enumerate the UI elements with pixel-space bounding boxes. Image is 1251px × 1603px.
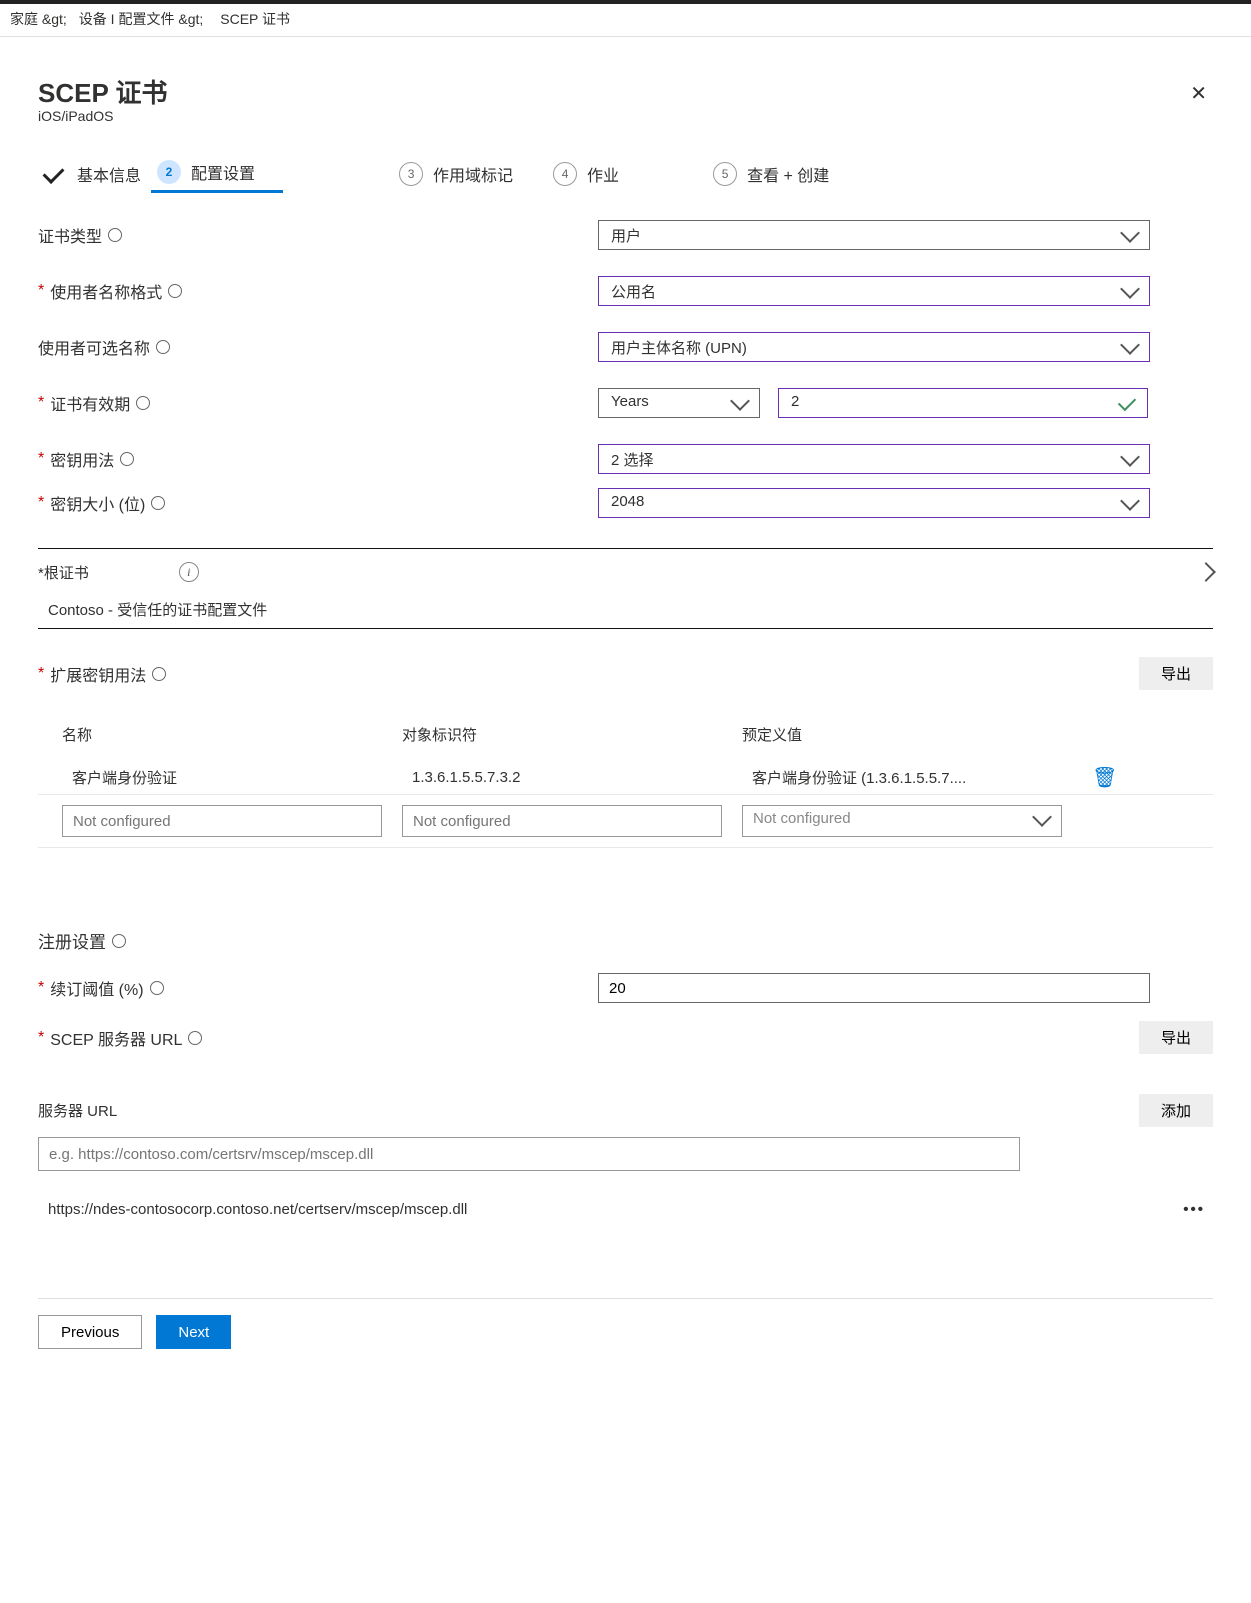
keyuse-value: 2 选择 — [611, 449, 654, 470]
server-url-input[interactable] — [38, 1137, 1020, 1171]
root-cert-label: *根证书 — [38, 562, 89, 583]
server-url-row: https://ndes-contosocorp.contoso.net/cer… — [38, 1201, 1213, 1218]
close-icon[interactable]: ✕ — [1190, 81, 1207, 106]
eku-label: *扩展密钥用法 — [38, 662, 166, 686]
validity-value-input[interactable]: 2 — [778, 388, 1148, 418]
crumb-devices[interactable]: 设备 I 配置文件 &gt; — [73, 7, 209, 31]
info-icon[interactable] — [120, 452, 134, 466]
info-icon[interactable] — [112, 934, 126, 948]
san-select[interactable]: 用户主体名称 (UPN) — [598, 332, 1150, 362]
eku-row-oid: 1.3.6.1.5.5.7.3.2 — [412, 769, 732, 786]
snf-label: *使用者名称格式 — [38, 279, 598, 303]
eku-row-name: 客户端身份验证 — [72, 767, 392, 788]
step-number-5: 5 — [713, 162, 737, 186]
step-basics[interactable]: 基本信息 — [38, 156, 169, 192]
chevron-down-icon — [1123, 338, 1137, 360]
server-url-label: 服务器 URL — [38, 1100, 117, 1121]
step-number-4: 4 — [553, 162, 577, 186]
chevron-down-icon — [1035, 810, 1049, 832]
next-button[interactable]: Next — [156, 1315, 231, 1349]
root-cert-row[interactable]: *根证书 i — [38, 559, 1213, 593]
crumb-current: SCEP 证书 — [209, 6, 351, 32]
breadcrumb: 家庭 &gt; 设备 I 配置文件 &gt; SCEP 证书 — [0, 4, 1251, 34]
chevron-down-icon — [733, 394, 747, 416]
step-config-label: 配置设置 — [191, 160, 255, 184]
info-icon[interactable] — [188, 1031, 202, 1045]
step-config[interactable]: 2 配置设置 — [151, 154, 283, 193]
validity-value: 2 — [791, 393, 799, 410]
snf-select[interactable]: 公用名 — [598, 276, 1150, 306]
eku-export-button[interactable]: 导出 — [1139, 657, 1213, 690]
page-title: SCEP 证书 — [38, 73, 1213, 110]
step-number-2: 2 — [157, 160, 181, 184]
validity-unit-value: Years — [611, 393, 649, 410]
eku-preset-placeholder: Not configured — [753, 810, 851, 827]
step-scope-label: 作用域标记 — [433, 162, 513, 186]
delete-icon[interactable]: 🗑 — [1092, 765, 1172, 790]
eku-preset-select[interactable]: Not configured — [742, 805, 1062, 837]
chevron-down-icon — [1123, 494, 1137, 516]
eku-header: 名称 对象标识符 预定义值 — [38, 718, 1213, 761]
keysize-value: 2048 — [611, 493, 644, 510]
info-icon[interactable] — [151, 496, 165, 510]
step-basics-label: 基本信息 — [77, 162, 141, 186]
validity-label: *证书有效期 — [38, 391, 598, 415]
server-url-value: https://ndes-contosocorp.contoso.net/cer… — [48, 1201, 467, 1218]
reg-settings-label: 注册设置 — [38, 928, 1213, 953]
step-review[interactable]: 5 查看 + 创建 — [707, 156, 857, 192]
add-button[interactable]: 添加 — [1139, 1094, 1213, 1127]
snf-value: 公用名 — [611, 281, 656, 302]
san-label: 使用者可选名称 — [38, 335, 598, 359]
validity-unit-select[interactable]: Years — [598, 388, 760, 418]
eku-row: 客户端身份验证 1.3.6.1.5.5.7.3.2 客户端身份验证 (1.3.6… — [38, 761, 1213, 794]
eku-row-preset: 客户端身份验证 (1.3.6.1.5.5.7.... — [752, 767, 1072, 788]
eku-col-preset: 预定义值 — [742, 724, 1062, 745]
renew-label: *续订阈值 (%) — [38, 976, 598, 1000]
keyuse-select[interactable]: 2 选择 — [598, 444, 1150, 474]
chevron-right-icon[interactable] — [1199, 559, 1213, 585]
keyuse-label: *密钥用法 — [38, 447, 598, 471]
root-cert-value: Contoso - 受信任的证书配置文件 — [48, 599, 1213, 620]
step-assign-label: 作业 — [587, 162, 619, 186]
san-value: 用户主体名称 (UPN) — [611, 337, 747, 358]
crumb-home[interactable]: 家庭 &gt; — [4, 7, 73, 31]
scep-url-label: *SCEP 服务器 URL — [38, 1026, 202, 1050]
wizard-steps: 基本信息 2 配置设置 3 作用域标记 4 作业 5 查看 + 创建 — [38, 154, 1213, 194]
step-scope[interactable]: 3 作用域标记 — [393, 156, 541, 192]
chevron-down-icon — [1123, 282, 1137, 304]
more-icon[interactable]: ••• — [1183, 1201, 1205, 1218]
scep-export-button[interactable]: 导出 — [1139, 1021, 1213, 1054]
step-number-3: 3 — [399, 162, 423, 186]
info-icon[interactable] — [156, 340, 170, 354]
step-assign[interactable]: 4 作业 — [547, 156, 647, 192]
cert-type-label: 证书类型 — [38, 223, 598, 247]
eku-col-name: 名称 — [62, 724, 382, 745]
eku-col-oid: 对象标识符 — [402, 724, 722, 745]
eku-oid-input[interactable] — [402, 805, 722, 837]
eku-name-input[interactable] — [62, 805, 382, 837]
info-icon[interactable] — [152, 667, 166, 681]
check-icon — [1119, 394, 1135, 411]
chevron-down-icon — [1123, 450, 1137, 472]
keysize-label: *密钥大小 (位) — [38, 491, 598, 515]
previous-button[interactable]: Previous — [38, 1315, 142, 1349]
renew-input[interactable] — [598, 973, 1150, 1003]
keysize-select[interactable]: 2048 — [598, 488, 1150, 518]
info-icon[interactable] — [168, 284, 182, 298]
cert-type-select[interactable]: 用户 — [598, 220, 1150, 250]
info-icon[interactable] — [108, 228, 122, 242]
step-review-label: 查看 + 创建 — [747, 162, 829, 186]
info-icon[interactable] — [136, 396, 150, 410]
page-subtitle: iOS/iPadOS — [38, 108, 1213, 124]
info-icon[interactable] — [150, 981, 164, 995]
info-icon[interactable]: i — [179, 562, 199, 582]
cert-type-value: 用户 — [611, 225, 641, 246]
chevron-down-icon — [1123, 226, 1137, 248]
check-icon — [44, 163, 63, 184]
